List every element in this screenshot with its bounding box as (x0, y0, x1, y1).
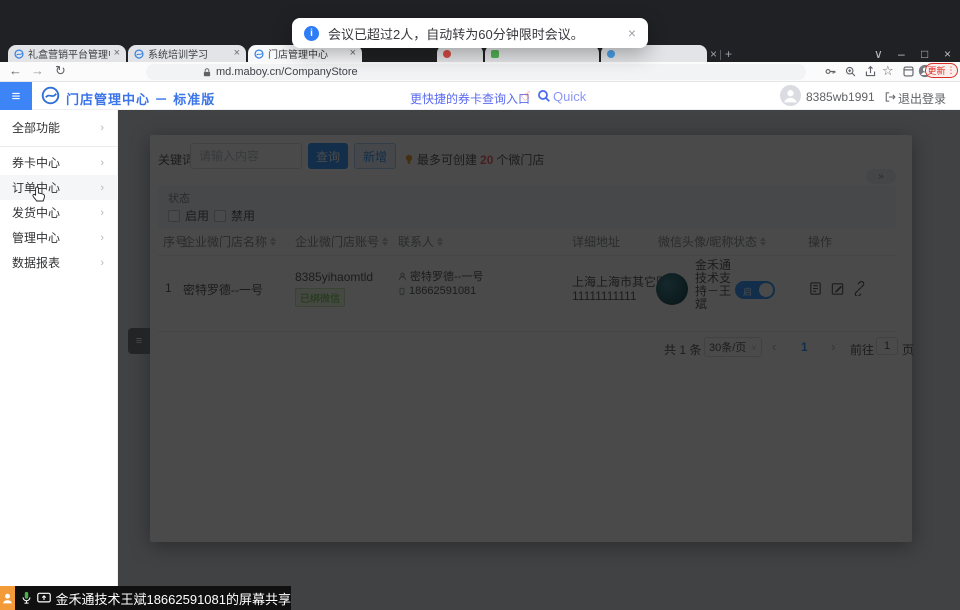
reload-icon[interactable]: ↻ (55, 64, 66, 77)
quick-label[interactable]: Quick (553, 89, 586, 104)
window-close-icon[interactable]: × (944, 47, 951, 61)
tab-favicon-icon (607, 50, 615, 58)
user-avatar[interactable] (780, 85, 801, 106)
browser-tab-1[interactable]: 礼盒营销平台管理中心 × (8, 45, 126, 62)
sidebar-item-management-center[interactable]: 管理中心› (0, 225, 118, 250)
window-minimize-icon[interactable]: – (898, 47, 905, 61)
screen: 礼盒营销平台管理中心 × 系统培训学习 × 门店管理中心 × × + ∨ – □… (0, 0, 960, 610)
tab-label: 礼盒营销平台管理中心 (28, 46, 110, 61)
meeting-toast: i 会议已超过2人，自动转为60分钟限时会议。 × (292, 18, 648, 48)
key-icon[interactable] (824, 65, 837, 78)
sidebar-drawer: 全部功能› 券卡中心› 订单中心› 发货中心› 管理中心› 数据报表› (0, 110, 118, 610)
sidebar-item-coupon-center[interactable]: 券卡中心› (0, 150, 118, 175)
tab-favicon-icon (254, 49, 264, 59)
modal-overlay[interactable] (118, 110, 960, 610)
chevron-right-icon: › (100, 232, 104, 244)
cursor-pointer (32, 186, 46, 202)
coupon-query-link[interactable]: 更快捷的券卡查询入口 (410, 90, 530, 107)
tab-favicon-icon (134, 49, 144, 59)
kebab-menu-icon[interactable]: ⋮ (947, 65, 956, 76)
lock-icon (202, 67, 212, 78)
browser-tab-2[interactable]: 系统培训学习 × (128, 45, 246, 62)
sidebar-item-order-center[interactable]: 订单中心› (0, 175, 118, 200)
close-tab-icon[interactable]: × (710, 47, 717, 61)
logout-button[interactable]: 退出登录 (898, 90, 946, 107)
window-menu-icon[interactable]: ∨ (874, 47, 883, 61)
share-icon[interactable] (864, 65, 877, 78)
tab-label: 门店管理中心 (268, 46, 346, 61)
tab-close-icon[interactable]: × (234, 48, 240, 59)
zoom-icon[interactable] (844, 65, 857, 78)
screen-share-icon[interactable] (37, 592, 51, 604)
sidebar-toggle-button[interactable]: ≡ (0, 82, 32, 110)
toast-message: 会议已超过2人，自动转为60分钟限时会议。 (328, 24, 619, 43)
new-tab-button[interactable]: + (725, 47, 732, 61)
toast-close-icon[interactable]: × (628, 25, 636, 41)
logout-icon[interactable] (884, 91, 896, 103)
mic-icon[interactable] (21, 591, 32, 605)
browser-update-button[interactable]: 更新 ⋮ (925, 63, 958, 78)
presenter-icon (0, 586, 15, 610)
update-label: 更新 (927, 64, 945, 77)
chevron-right-icon: › (100, 182, 104, 194)
app-logo-icon (41, 86, 60, 105)
tab-favicon-icon (443, 50, 451, 58)
sidebar-item-data-reports[interactable]: 数据报表› (0, 250, 118, 275)
tab-close-icon[interactable]: × (350, 48, 356, 59)
window-maximize-icon[interactable]: □ (921, 47, 928, 61)
chevron-right-icon: › (100, 257, 104, 269)
quick-search-icon[interactable] (537, 89, 551, 103)
tab-favicon-icon (14, 49, 24, 59)
page-title: 门店管理中心 － 标准版 (66, 89, 215, 108)
bookmark-star-icon[interactable]: ☆ (882, 64, 894, 77)
sidebar-item-all-functions[interactable]: 全部功能› (0, 115, 118, 140)
chevron-right-icon: › (100, 122, 104, 134)
info-icon: i (304, 26, 319, 41)
tab-search-icon[interactable] (902, 65, 915, 78)
screen-share-bar: 金禾通技术王斌18662591081的屏幕共享 (0, 586, 291, 610)
chevron-right-icon: › (100, 207, 104, 219)
username-text: 8385wb1991 (806, 90, 875, 104)
tab-label: 系统培训学习 (148, 46, 230, 61)
sidebar-divider (0, 146, 118, 147)
tab-close-icon[interactable]: × (114, 48, 120, 59)
url-text[interactable]: md.maboy.cn/CompanyStore (216, 66, 358, 78)
back-icon[interactable]: ← (9, 64, 22, 77)
tab-favicon-icon (491, 50, 499, 58)
tabstrip-divider (720, 50, 721, 60)
sidebar-item-shipping-center[interactable]: 发货中心› (0, 200, 118, 225)
forward-icon[interactable]: → (31, 64, 44, 77)
chevron-right-icon: › (100, 157, 104, 169)
share-bar-text: 金禾通技术王斌18662591081的屏幕共享 (55, 589, 291, 608)
